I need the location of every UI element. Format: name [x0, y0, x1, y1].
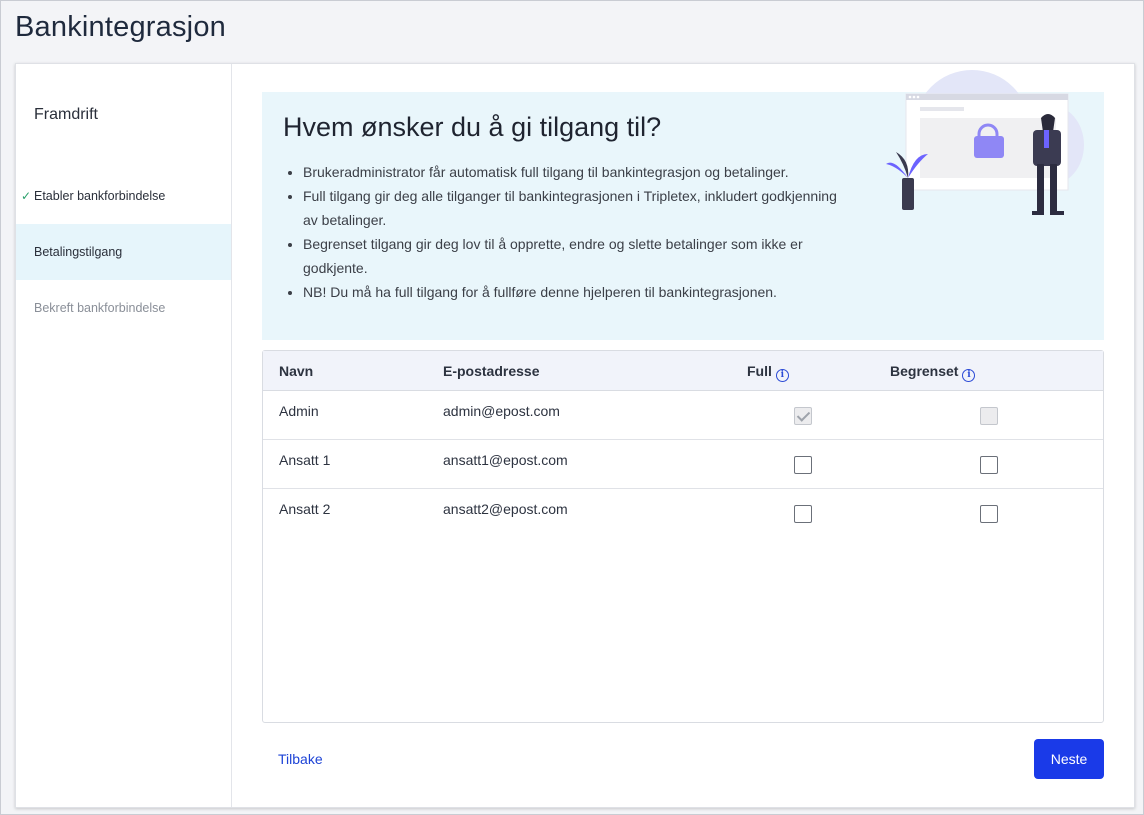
- table-row: Ansatt 1 ansatt1@epost.com: [263, 440, 1103, 489]
- info-bullet: Brukeradministrator får automatisk full …: [303, 160, 843, 184]
- info-icon[interactable]: i: [775, 369, 789, 382]
- check-icon: ✓: [21, 189, 32, 203]
- progress-sidebar: Framdrift ✓ Etabler bankforbindelse Beta…: [16, 64, 232, 807]
- info-bullet: Full tilgang gir deg alle tilganger til …: [303, 184, 843, 232]
- limited-access-checkbox: [980, 407, 998, 425]
- limited-access-checkbox[interactable]: [980, 456, 998, 474]
- user-name: Ansatt 1: [279, 452, 331, 468]
- main-content: Hvem ønsker du å gi tilgang til? Brukera…: [232, 64, 1134, 807]
- info-bullet: NB! Du må ha full tilgang for å fullføre…: [303, 280, 843, 304]
- step-payment-access[interactable]: Betalingstilgang: [16, 224, 231, 280]
- page-title: Bankintegrasjon: [15, 11, 226, 43]
- column-header-limited: Begrenset i: [890, 363, 976, 382]
- info-title: Hvem ønsker du å gi tilgang til?: [283, 112, 662, 142]
- info-panel: Hvem ønsker du å gi tilgang til? Brukera…: [262, 70, 1104, 340]
- step-confirm-connection[interactable]: Bekreft bankforbindelse: [16, 280, 231, 336]
- column-header-full: Full i: [747, 363, 789, 382]
- table-row: Ansatt 2 ansatt2@epost.com: [263, 489, 1103, 538]
- info-bullet: Begrenset tilgang gir deg lov til å oppr…: [303, 232, 843, 280]
- step-label: Etabler bankforbindelse: [34, 189, 166, 203]
- step-label: Bekreft bankforbindelse: [34, 301, 166, 315]
- column-header-name: Navn: [279, 363, 314, 379]
- column-header-limited-label: Begrenset: [890, 363, 959, 379]
- column-header-email: E-postadresse: [443, 363, 540, 379]
- column-header-full-label: Full: [747, 363, 772, 379]
- access-table: Navn E-postadresse Full i Begrenset i Admi…: [262, 350, 1104, 723]
- app-window: Bankintegrasjon Framdrift ✓ Etabler bank…: [0, 0, 1144, 815]
- step-establish-connection[interactable]: ✓ Etabler bankforbindelse: [16, 168, 231, 224]
- full-access-checkbox: [794, 407, 812, 425]
- step-label: Betalingstilgang: [34, 245, 123, 259]
- table-header: Navn E-postadresse Full i Begrenset i: [263, 351, 1103, 391]
- full-access-checkbox[interactable]: [794, 456, 812, 474]
- security-illustration: [886, 70, 1084, 215]
- back-link[interactable]: Tilbake: [278, 751, 323, 767]
- limited-access-checkbox[interactable]: [980, 505, 998, 523]
- full-access-checkbox[interactable]: [794, 505, 812, 523]
- info-list: Brukeradministrator får automatisk full …: [303, 160, 843, 304]
- wizard-card: Framdrift ✓ Etabler bankforbindelse Beta…: [15, 63, 1135, 808]
- progress-heading: Framdrift: [34, 106, 98, 123]
- next-button[interactable]: Neste: [1034, 739, 1104, 779]
- info-icon[interactable]: i: [962, 369, 976, 382]
- user-name: Admin: [279, 403, 319, 419]
- user-email: ansatt1@epost.com: [443, 452, 568, 468]
- user-email: ansatt2@epost.com: [443, 501, 568, 517]
- user-name: Ansatt 2: [279, 501, 331, 517]
- user-email: admin@epost.com: [443, 403, 560, 419]
- table-row: Admin admin@epost.com: [263, 391, 1103, 440]
